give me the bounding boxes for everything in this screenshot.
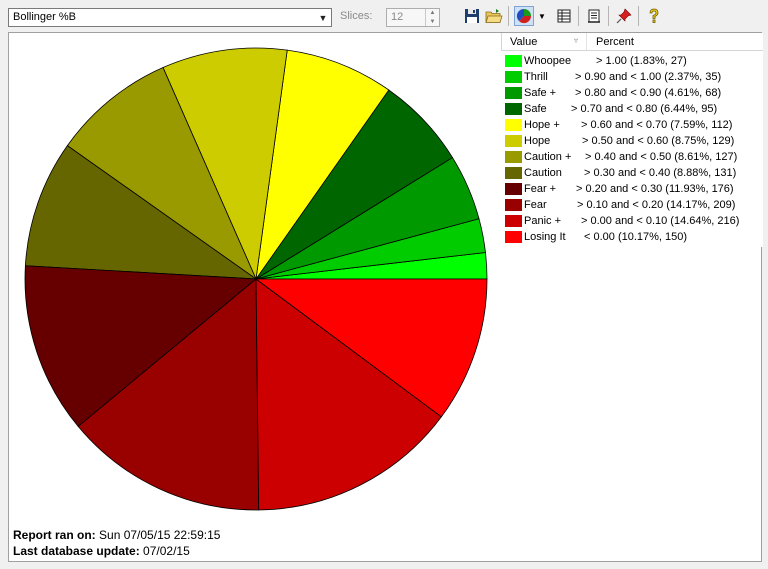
table-icon [557, 9, 571, 23]
legend-row[interactable]: Safe + > 0.80 and < 0.90 (4.61%, 68) [501, 85, 763, 101]
toolbar: Bollinger %B ▼ Slices: 12 ▲ ▼ ▼ [0, 0, 768, 30]
pin-icon [616, 8, 632, 24]
spin-down-icon[interactable]: ▼ [426, 18, 439, 27]
legend-percent-label: > 0.60 and < 0.70 (7.59%, 112) [581, 119, 733, 131]
legend-row[interactable]: Caution > 0.30 and < 0.40 (8.88%, 131) [501, 165, 763, 181]
indicator-select-value: Bollinger %B [13, 11, 76, 23]
legend-value-label: Fear + [524, 183, 557, 195]
db-update-value: 07/02/15 [143, 544, 190, 558]
pie-chart[interactable] [9, 33, 501, 523]
help-button[interactable] [644, 6, 664, 26]
column-divider [586, 33, 587, 50]
legend-row[interactable]: Hope > 0.50 and < 0.60 (8.75%, 129) [501, 133, 763, 149]
legend-percent-label: > 0.90 and < 1.00 (2.37%, 35) [575, 71, 722, 83]
toolbar-separator [608, 6, 609, 26]
legend-swatch [505, 151, 522, 163]
legend-swatch [505, 103, 522, 115]
legend-percent-label: > 0.10 and < 0.20 (14.17%, 209) [577, 199, 736, 211]
spin-up-icon[interactable]: ▲ [426, 9, 439, 18]
value-column-header[interactable]: Value [510, 36, 537, 48]
legend-table[interactable]: Value ▿ Percent Whoopee > 1.00 (1.83%, 27… [501, 33, 763, 247]
toolbar-separator [578, 6, 579, 26]
open-folder-icon [485, 9, 503, 23]
legend-value-label: Losing It [524, 231, 566, 243]
legend-swatch [505, 199, 522, 211]
legend-swatch [505, 87, 522, 99]
legend-value-label: Hope [524, 135, 551, 147]
legend-value-label: Safe [524, 103, 547, 115]
help-icon [649, 8, 659, 23]
legend-value-label: Safe + [524, 87, 557, 99]
legend-header: Value ▿ Percent [501, 33, 763, 51]
legend-percent-label: > 0.30 and < 0.40 (8.88%, 131) [584, 167, 737, 179]
pie-chart-icon [516, 8, 532, 24]
save-button[interactable] [462, 6, 482, 26]
legend-swatch [505, 183, 522, 195]
legend-row[interactable]: Fear > 0.10 and < 0.20 (14.17%, 209) [501, 197, 763, 213]
open-button[interactable] [484, 6, 504, 26]
table-view-button[interactable] [554, 6, 574, 26]
chevron-down-icon[interactable]: ▼ [315, 9, 331, 26]
pin-button[interactable] [614, 6, 634, 26]
list-view-button[interactable] [584, 6, 604, 26]
pie-chart-button[interactable] [514, 6, 534, 26]
legend-percent-label: > 0.40 and < 0.50 (8.61%, 127) [585, 151, 738, 163]
percent-column-header[interactable]: Percent [596, 36, 634, 48]
legend-value-label: Thrill [524, 71, 548, 83]
report-ran-value: Sun 07/05/15 22:59:15 [99, 528, 221, 542]
legend-value-label: Fear [524, 199, 547, 211]
legend-percent-label: > 0.80 and < 0.90 (4.61%, 68) [575, 87, 722, 99]
legend-row[interactable]: Panic + > 0.00 and < 0.10 (14.64%, 216) [501, 213, 763, 229]
legend-swatch [505, 55, 522, 67]
legend-swatch [505, 71, 522, 83]
legend-row[interactable]: Safe > 0.70 and < 0.80 (6.44%, 95) [501, 101, 763, 117]
db-update-line: Last database update: 07/02/15 [13, 543, 220, 559]
legend-swatch [505, 135, 522, 147]
legend-row[interactable]: Losing It < 0.00 (10.17%, 150) [501, 229, 763, 245]
legend-row[interactable]: Thrill > 0.90 and < 1.00 (2.37%, 35) [501, 69, 763, 85]
legend-percent-label: > 0.70 and < 0.80 (6.44%, 95) [571, 103, 718, 115]
slices-label: Slices: [340, 10, 373, 22]
legend-row[interactable]: Whoopee > 1.00 (1.83%, 27) [501, 53, 763, 69]
report-panel: Value ▿ Percent Whoopee > 1.00 (1.83%, 27… [8, 32, 763, 562]
legend-percent-label: > 0.00 and < 0.10 (14.64%, 216) [581, 215, 740, 227]
legend-swatch [505, 167, 522, 179]
save-icon [465, 9, 479, 23]
report-ran-line: Report ran on: Sun 07/05/15 22:59:15 [13, 527, 220, 543]
list-icon [588, 9, 600, 23]
legend-row[interactable]: Hope + > 0.60 and < 0.70 (7.59%, 112) [501, 117, 763, 133]
legend-percent-label: > 0.20 and < 0.30 (11.93%, 176) [576, 183, 734, 195]
legend-percent-label: > 1.00 (1.83%, 27) [596, 55, 687, 67]
legend-swatch [505, 215, 522, 227]
legend-value-label: Caution + [524, 151, 572, 163]
report-ran-label: Report ran on: [13, 528, 96, 542]
chart-type-dropdown[interactable]: ▼ [536, 6, 548, 26]
legend-percent-label: < 0.00 (10.17%, 150) [584, 231, 688, 243]
legend-swatch [505, 119, 522, 131]
legend-value-label: Whoopee [524, 55, 572, 67]
slices-value: 12 [391, 11, 404, 23]
dropdown-arrow-icon: ▼ [538, 11, 546, 21]
toolbar-separator [508, 6, 509, 26]
report-footer: Report ran on: Sun 07/05/15 22:59:15 Las… [13, 527, 220, 559]
sort-filter-icon[interactable]: ▿ [574, 36, 578, 45]
legend-swatch [505, 231, 522, 243]
toolbar-separator [638, 6, 639, 26]
legend-row[interactable]: Fear + > 0.20 and < 0.30 (11.93%, 176) [501, 181, 763, 197]
legend-value-label: Panic + [524, 215, 561, 227]
legend-value-label: Caution [524, 167, 562, 179]
legend-value-label: Hope + [524, 119, 560, 131]
slices-spinner[interactable]: 12 ▲ ▼ [386, 8, 440, 27]
db-update-label: Last database update: [13, 544, 140, 558]
indicator-select[interactable]: Bollinger %B ▼ [8, 8, 332, 27]
legend-row[interactable]: Caution + > 0.40 and < 0.50 (8.61%, 127) [501, 149, 763, 165]
legend-percent-label: > 0.50 and < 0.60 (8.75%, 129) [582, 135, 735, 147]
